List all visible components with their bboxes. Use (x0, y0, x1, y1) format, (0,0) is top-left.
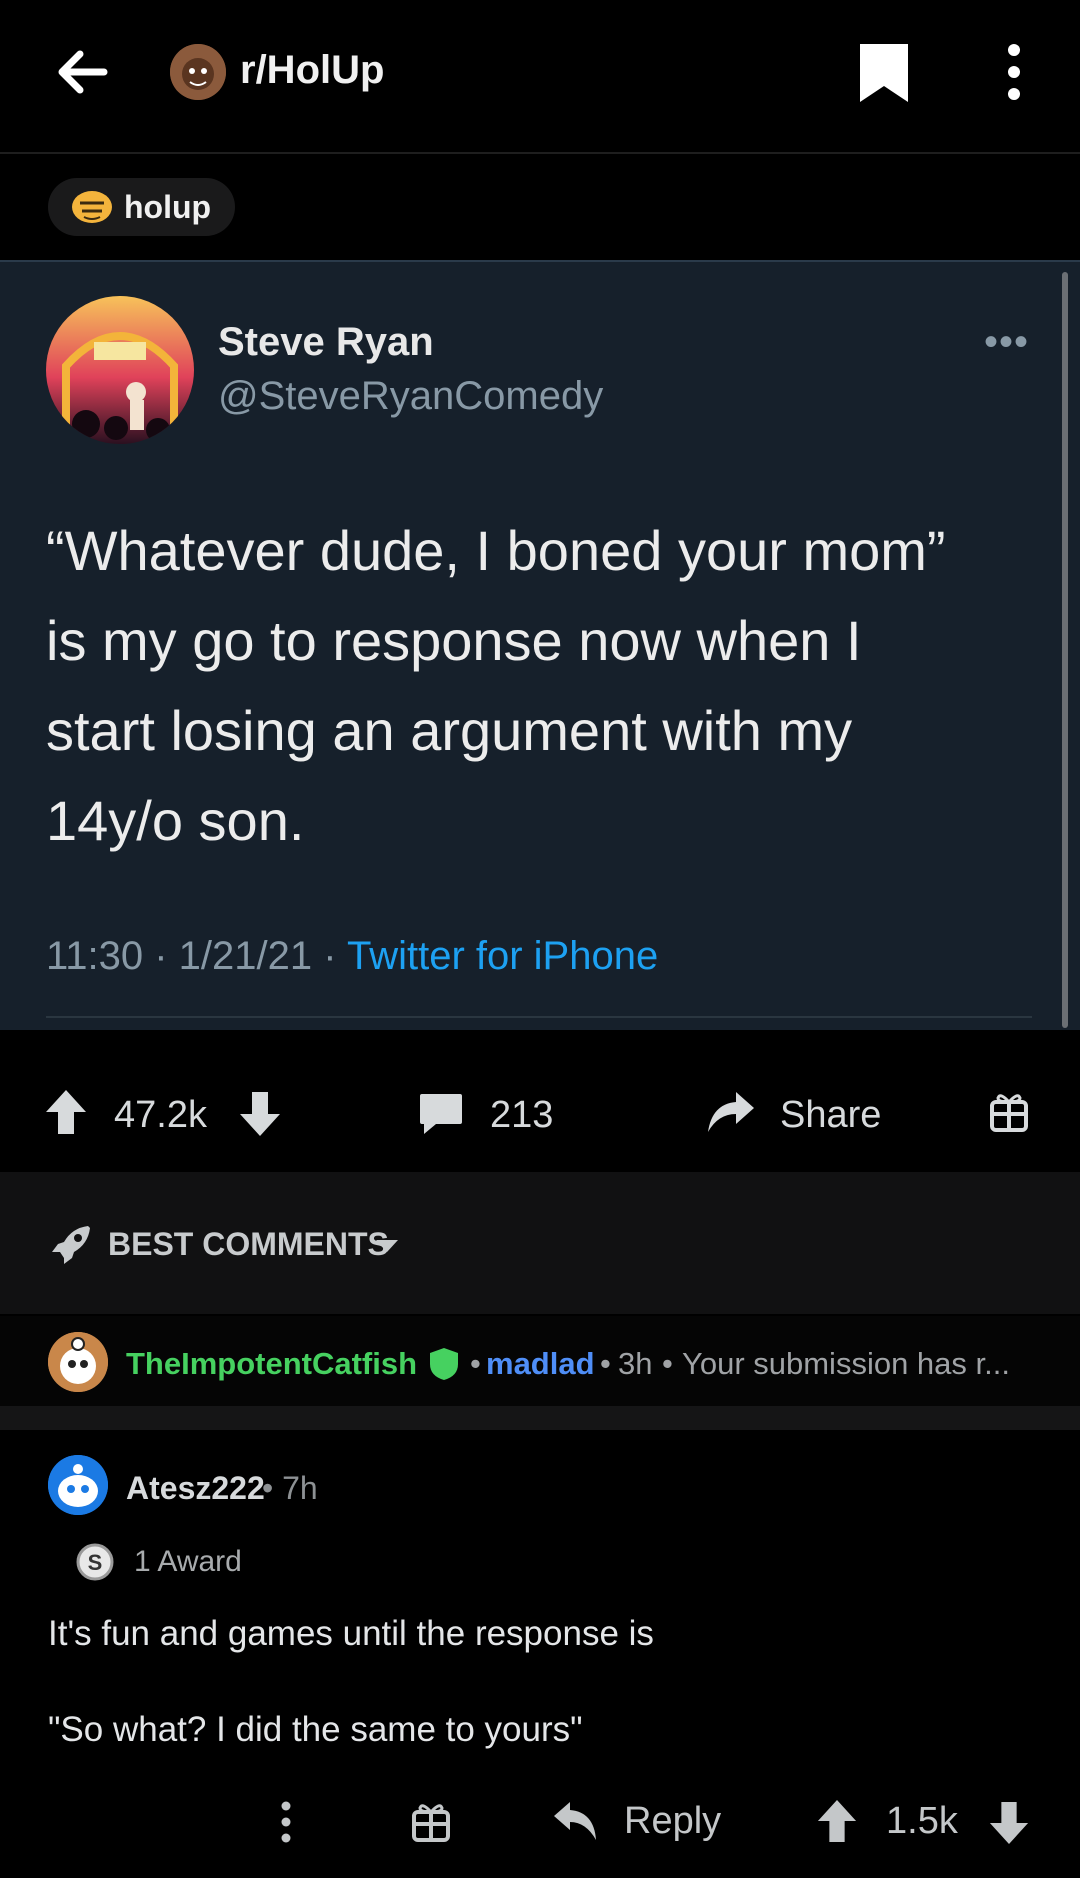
comment-username[interactable]: Atesz222 (126, 1470, 265, 1507)
reply-icon[interactable] (552, 1800, 598, 1842)
top-app-bar (0, 0, 1080, 154)
flair-label: holup (124, 188, 212, 225)
mod-avatar[interactable] (48, 1332, 108, 1392)
more-options-icon[interactable] (996, 42, 1032, 102)
comment-vote-count: 1.5k (886, 1800, 958, 1842)
award-count[interactable]: 1 Award (134, 1545, 242, 1579)
comment-icon[interactable] (418, 1092, 464, 1136)
tweet-text-line: 14y/o son. (46, 789, 305, 852)
comment-count[interactable]: 213 (490, 1094, 553, 1137)
tweet-author-avatar (46, 296, 194, 444)
comment-downvote-icon[interactable] (988, 1800, 1030, 1846)
post-vote-count: 47.2k (114, 1094, 207, 1136)
user-flair: madlad (486, 1346, 595, 1381)
tweet-text-line: “Whatever dude, I boned your mom” (46, 519, 946, 582)
tweet-timestamp: 11:30 · 1/21/21 · (46, 934, 347, 978)
back-arrow-icon[interactable] (52, 42, 112, 102)
award-gift-icon[interactable] (990, 1090, 1028, 1132)
separator-dot: • (600, 1346, 611, 1381)
tweet-text: “Whatever dude, I boned your mom” is my … (46, 506, 1026, 866)
tweet-metadata: 11:30 · 1/21/21 · Twitter for iPhone (46, 934, 658, 979)
svg-text:S: S (88, 1550, 103, 1575)
upvote-icon[interactable] (44, 1088, 88, 1136)
tweet-text-line: start losing an argument with my (46, 699, 853, 762)
comment-age: 3h (618, 1346, 653, 1381)
separator-dot: • (470, 1346, 481, 1381)
sort-best-comments[interactable]: BEST COMMENTS (108, 1226, 389, 1263)
subreddit-avatar[interactable] (170, 44, 226, 100)
comment-preview: Your submission has r... (682, 1346, 1010, 1381)
image-scrollbar (1062, 272, 1068, 1028)
post-flair[interactable]: holup (48, 178, 236, 236)
comment-upvote-icon[interactable] (816, 1798, 858, 1844)
tweet-divider (46, 1016, 1032, 1018)
subreddit-name[interactable]: r/HolUp (240, 48, 384, 93)
tweet-more-icon: ••• (984, 320, 1030, 364)
comment-more-icon[interactable] (276, 1800, 296, 1844)
tweet-source: Twitter for iPhone (346, 934, 659, 978)
moderator-shield-icon (430, 1348, 458, 1380)
share-button[interactable]: Share (780, 1094, 881, 1137)
comment-body-line: "So what? I did the same to yours" (48, 1710, 583, 1749)
comment-body-line: It's fun and games until the response is (48, 1614, 654, 1653)
chevron-down-icon[interactable] (374, 1238, 400, 1254)
separator-dot: • (662, 1346, 673, 1381)
mod-username[interactable]: TheImpotentCatfish (126, 1346, 417, 1382)
holup-flair-icon (72, 191, 112, 223)
tweet-author-handle: @SteveRyanComedy (218, 374, 604, 418)
comment-avatar[interactable] (48, 1455, 108, 1515)
downvote-icon[interactable] (238, 1090, 282, 1138)
comment-age: • 7h (262, 1470, 318, 1506)
share-icon[interactable] (706, 1090, 756, 1134)
bookmark-icon[interactable] (856, 40, 912, 106)
tweet-author-name: Steve Ryan (218, 320, 434, 364)
comment-separator (0, 1406, 1080, 1430)
comment-award-gift-icon[interactable] (412, 1800, 450, 1842)
rocket-best-icon (52, 1226, 90, 1264)
silver-award-icon[interactable]: S (74, 1542, 116, 1582)
tweet-text-line: is my go to response now when I (46, 609, 862, 672)
reply-button[interactable]: Reply (624, 1800, 721, 1843)
